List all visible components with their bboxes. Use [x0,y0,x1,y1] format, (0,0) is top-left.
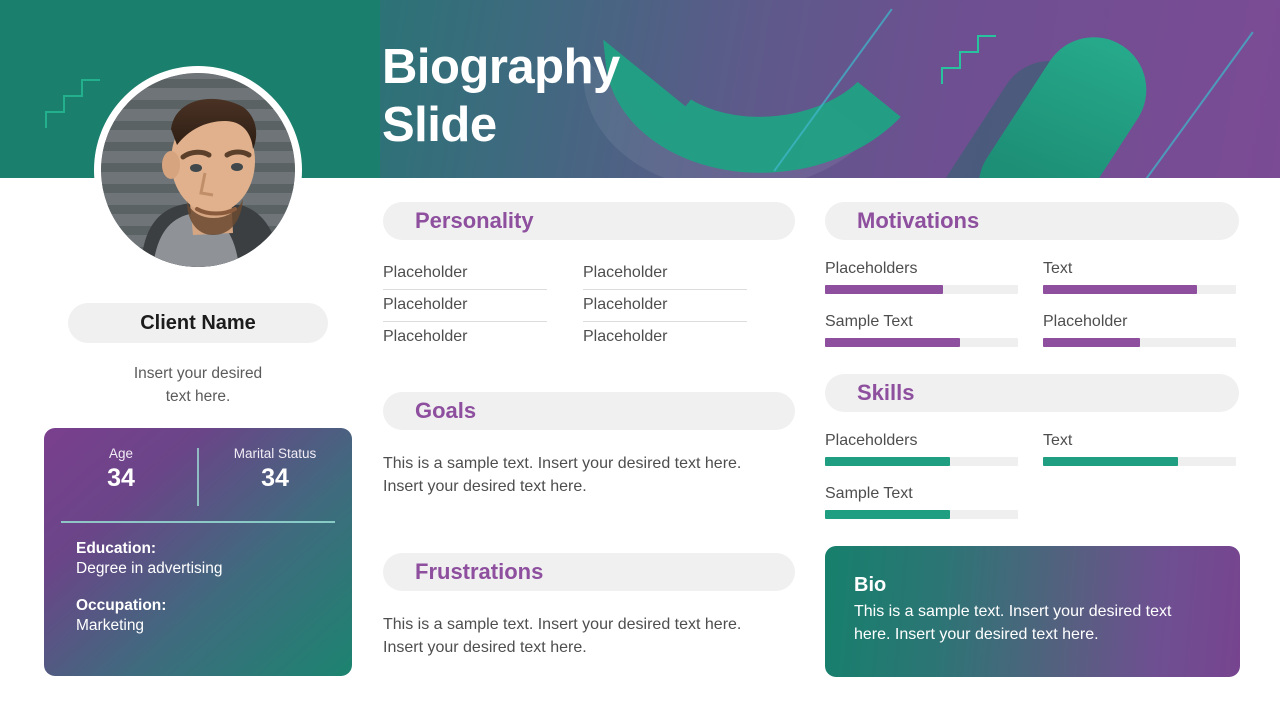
bar-item: Placeholders [825,432,1018,466]
section-header-personality: Personality [383,202,795,240]
section-header-frustrations: Frustrations [383,553,795,591]
personality-cell: Placeholder [383,322,547,353]
stat-age-label: Age [108,446,134,461]
detail-education-key: Education: [76,540,157,557]
client-details: Education: Degree in advertising Occupat… [76,540,222,635]
bar-label: Sample Text [825,313,913,330]
detail-education: Education: Degree in advertising [76,540,222,578]
bar-item: Text [1043,260,1236,294]
bar-track [825,457,1018,466]
section-title-personality: Personality [415,208,534,233]
stairs-icon-header [938,20,1000,88]
bar-track [1043,457,1236,466]
bar-label: Text [1043,432,1073,449]
stats-horizontal-divider [61,521,335,523]
client-info-card: Age 34 Marital Status 34 Education: Degr… [44,428,352,676]
motivations-column-left: Placeholders Sample Text [825,260,1018,347]
personality-row-3: Placeholder Placeholder [383,322,783,353]
skills-column-right: Text [1043,432,1236,519]
bar-label: Placeholders [825,260,918,277]
personality-row-1: Placeholder Placeholder [383,258,783,290]
bar-label: Sample Text [825,485,913,502]
section-header-skills: Skills [825,374,1239,412]
bar-fill [825,338,961,347]
bar-track [1043,285,1236,294]
personality-item: Placeholder [383,290,547,322]
personality-item: Placeholder [583,258,747,290]
skills-bars: Placeholders Sample Text Text [825,432,1236,519]
decorative-diagonal-line-2 [1140,31,1254,178]
stat-marital-status: Marital Status 34 [198,446,352,493]
bar-item: Placeholder [1043,313,1236,347]
section-title-frustrations: Frustrations [415,559,544,584]
bar-label: Placeholder [1043,313,1128,330]
stat-marital-label: Marital Status [233,446,317,461]
bar-item: Text [1043,432,1236,466]
bar-fill [825,285,943,294]
section-title-skills: Skills [857,380,915,405]
stats-vertical-divider [197,448,199,506]
bar-fill [1043,285,1198,294]
motivations-column-right: Text Placeholder [1043,260,1236,347]
skills-column-left: Placeholders Sample Text [825,432,1018,519]
client-name-label: Client Name [140,311,256,334]
bar-track [825,285,1018,294]
bar-track [825,338,1018,347]
bio-title: Bio [854,574,887,596]
stat-age: Age 34 [44,446,198,493]
bar-fill [1043,338,1140,347]
avatar-image [94,66,302,274]
bar-label: Text [1043,260,1073,277]
personality-cell: Placeholder [583,322,747,353]
bar-item: Sample Text [825,485,1018,519]
portrait-illustration-icon [101,73,295,267]
section-header-motivations: Motivations [825,202,1239,240]
bar-track [825,510,1018,519]
goals-body: This is a sample text. Insert your desir… [383,455,742,495]
personality-item: Placeholder [383,258,547,290]
bar-fill [1043,457,1179,466]
client-name-pill: Client Name [68,303,328,343]
bar-label: Placeholders [825,432,918,449]
bio-card: Bio This is a sample text. Insert your d… [825,546,1240,677]
personality-cell: Placeholder [383,258,547,290]
detail-occupation-key: Occupation: [76,597,167,614]
detail-education-value: Degree in advertising [76,560,223,577]
personality-grid: Placeholder Placeholder Placeholder Plac… [383,258,783,353]
personality-item: Placeholder [583,328,668,345]
detail-occupation: Occupation: Marketing [76,597,222,635]
detail-occupation-value: Marketing [76,617,145,634]
personality-cell: Placeholder [583,258,747,290]
bar-item: Placeholders [825,260,1018,294]
stat-marital-value: 34 [261,464,289,492]
section-title-motivations: Motivations [857,208,980,233]
bar-track [1043,338,1236,347]
bio-body: This is a sample text. Insert your desir… [854,603,1172,643]
avatar [94,66,302,292]
personality-row-2: Placeholder Placeholder [383,290,783,322]
biography-slide: Biography Slide Client Name Insert your … [0,0,1280,720]
bar-item: Sample Text [825,313,1018,347]
section-title-goals: Goals [415,398,477,423]
bar-fill [825,457,951,466]
personality-item: Placeholder [383,328,468,345]
stat-age-value: 34 [107,464,135,492]
frustrations-body: This is a sample text. Insert your desir… [383,616,742,656]
motivations-bars: Placeholders Sample Text Text Placeholde… [825,260,1236,347]
page-title: Biography Slide [382,40,620,152]
client-subtitle: Insert your desired text here. [133,365,263,405]
personality-cell: Placeholder [383,290,547,322]
section-header-goals: Goals [383,392,795,430]
personality-cell: Placeholder [583,290,747,322]
personality-item: Placeholder [583,290,747,322]
bar-fill [825,510,951,519]
